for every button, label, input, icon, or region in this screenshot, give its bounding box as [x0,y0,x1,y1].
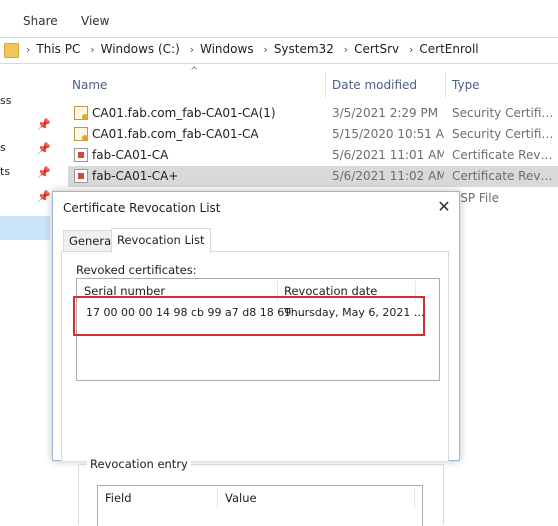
address-bar[interactable]: › This PC › Windows (C:) › Windows › System3… [0,37,558,64]
breadcrumb-certsrv[interactable]: CertSrv [354,42,399,56]
certificate-icon [74,127,88,141]
nav-item[interactable]: ss [0,94,11,107]
column-header-date[interactable]: Date modified [332,78,417,92]
file-name: CA01.fab.com_fab-CA01-CA [92,127,259,141]
folder-icon [4,43,19,58]
file-date: 5/6/2021 11:02 AM [332,169,444,183]
dialog-title: Certificate Revocation List [63,201,221,215]
nav-item[interactable]: ts [0,165,10,178]
crl-dialog: Certificate Revocation List ✕ General Re… [52,191,460,526]
file-type: Security Certificate [452,127,558,141]
nav-item-selected[interactable] [0,216,50,240]
column-divider[interactable] [445,72,446,98]
revocation-list-panel: Revoked certificates: Serial number Revo… [61,251,449,526]
chevron-right-icon: › [189,43,194,56]
pin-icon: 📌 [37,142,51,155]
breadcrumb-windows[interactable]: Windows [200,42,254,56]
revoked-certificates-label: Revoked certificates: [76,263,197,277]
revocation-entry-group: Revocation entry Field Value [78,457,444,526]
file-date: 5/6/2021 11:01 AM [332,148,444,162]
file-name: fab-CA01-CA+ [92,169,179,183]
tab-view[interactable]: View [81,14,109,28]
pin-icon: 📌 [37,166,51,179]
chevron-right-icon: › [408,43,414,56]
file-type: Security Certificate [452,106,558,120]
crl-icon [74,148,88,162]
file-row-selected[interactable]: fab-CA01-CA+ 5/6/2021 11:02 AM Certifica… [68,166,558,187]
file-type: Certificate Revoca... [452,148,558,162]
chevron-right-icon: › [90,43,95,56]
breadcrumb-windows-c[interactable]: Windows (C:) [101,42,180,56]
breadcrumb: › This PC › Windows (C:) › Windows › System3… [20,42,479,56]
highlight-box [73,296,425,336]
file-date: 5/15/2020 10:51 AM [332,127,444,141]
ribbon: Share View [0,0,558,36]
breadcrumb-system32[interactable]: System32 [274,42,334,56]
tab-share[interactable]: Share [23,14,58,28]
breadcrumb-certenroll[interactable]: CertEnroll [419,42,478,56]
file-name: fab-CA01-CA [92,148,169,162]
chevron-right-icon: › [343,43,349,56]
file-row[interactable]: CA01.fab.com_fab-CA01-CA 5/15/2020 10:51… [68,124,558,145]
column-divider[interactable] [414,488,415,508]
certificate-icon [74,106,88,120]
column-header-value[interactable]: Value [225,491,257,505]
sort-ascending-icon: ^ [190,66,199,77]
file-row[interactable]: fab-CA01-CA 5/6/2021 11:01 AM Certificat… [68,145,558,166]
revocation-entry-label: Revocation entry [87,457,191,471]
column-header-field[interactable]: Field [105,491,132,505]
file-date: 3/5/2021 2:29 PM [332,106,439,120]
chevron-right-icon: › [263,43,268,56]
file-name: CA01.fab.com_fab-CA01-CA(1) [92,106,276,120]
close-icon[interactable]: ✕ [433,196,455,218]
file-row[interactable]: CA01.fab.com_fab-CA01-CA(1) 3/5/2021 2:2… [68,103,558,124]
revocation-entry-list[interactable]: Field Value [97,485,423,526]
column-divider[interactable] [217,488,218,508]
chevron-right-icon: › [26,43,31,56]
crl-icon [74,169,88,183]
column-header-name[interactable]: Name [72,78,107,92]
tab-revocation-list[interactable]: Revocation List [111,228,211,253]
file-type: Certificate Revoca... [452,169,558,183]
pin-icon: 📌 [37,118,51,131]
column-divider[interactable] [325,72,326,98]
pin-icon: 📌 [37,190,51,203]
breadcrumb-this-pc[interactable]: This PC [36,42,80,56]
nav-item[interactable]: s [0,141,6,154]
column-header-type[interactable]: Type [452,78,480,92]
